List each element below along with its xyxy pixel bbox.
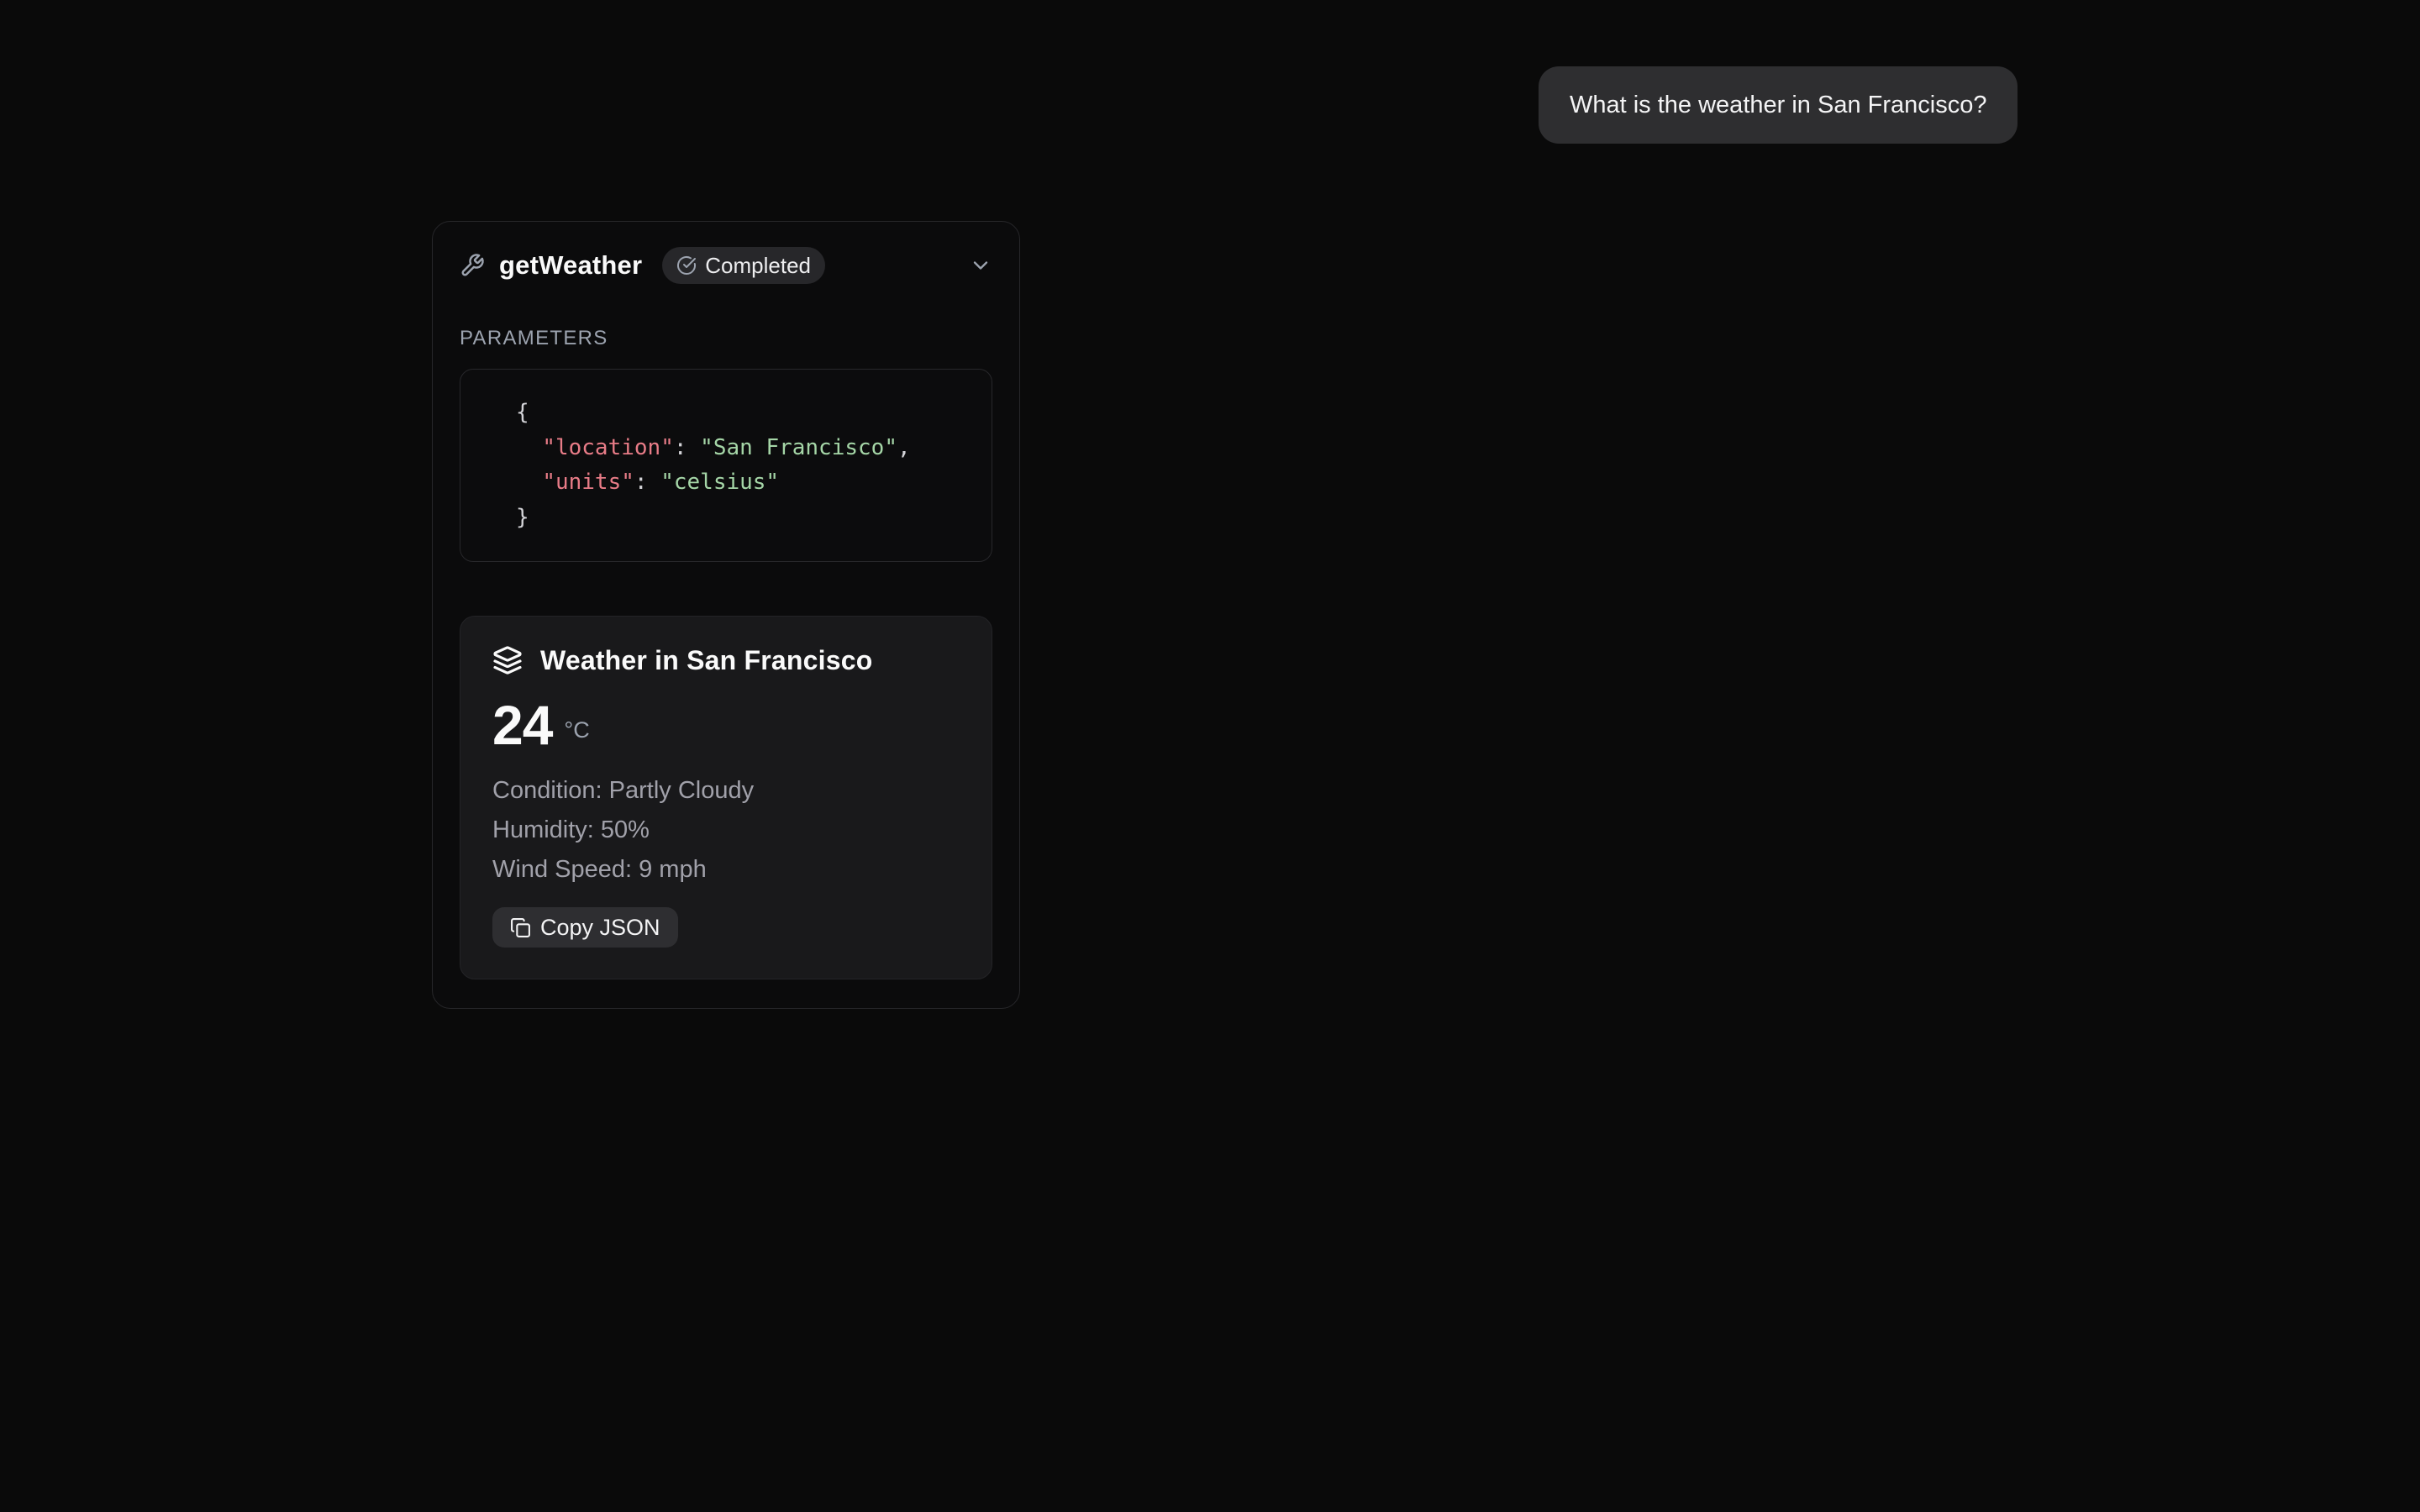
code-line: "units": "celsius" (516, 465, 966, 501)
result-header: Weather in San Francisco (492, 643, 960, 677)
parameters-code-block: { "location": "San Francisco", "units": … (460, 369, 992, 562)
temperature-unit: °C (564, 717, 589, 753)
tool-result-card: Weather in San Francisco 24 °C Condition… (460, 616, 992, 979)
copy-json-label: Copy JSON (540, 915, 660, 941)
tool-call-header[interactable]: getWeather Completed (460, 247, 992, 284)
detail-line: Wind Speed: 9 mph (492, 850, 960, 890)
code-line: "location": "San Francisco", (516, 431, 966, 466)
detail-line: Humidity: 50% (492, 811, 960, 850)
result-title: Weather in San Francisco (540, 645, 872, 676)
tool-call-card: getWeather Completed PARAMETERS { "locat… (432, 221, 1020, 1009)
user-message-bubble: What is the weather in San Francisco? (1539, 66, 2018, 144)
temperature-value: 24 (492, 697, 552, 753)
copy-json-button[interactable]: Copy JSON (492, 907, 678, 948)
status-label: Completed (705, 253, 811, 279)
layers-icon (492, 645, 523, 675)
code-line: { (516, 396, 966, 431)
temperature-row: 24 °C (492, 697, 960, 753)
detail-line: Condition: Partly Cloudy (492, 771, 960, 811)
copy-icon (510, 917, 531, 938)
status-badge: Completed (662, 247, 825, 284)
result-details: Condition: Partly CloudyHumidity: 50%Win… (492, 771, 960, 890)
wrench-icon (460, 253, 485, 278)
chevron-down-icon[interactable] (969, 254, 992, 277)
code-line: } (516, 501, 966, 536)
circle-check-icon (676, 255, 697, 276)
tool-name: getWeather (499, 250, 642, 281)
parameters-label: PARAMETERS (460, 327, 992, 350)
